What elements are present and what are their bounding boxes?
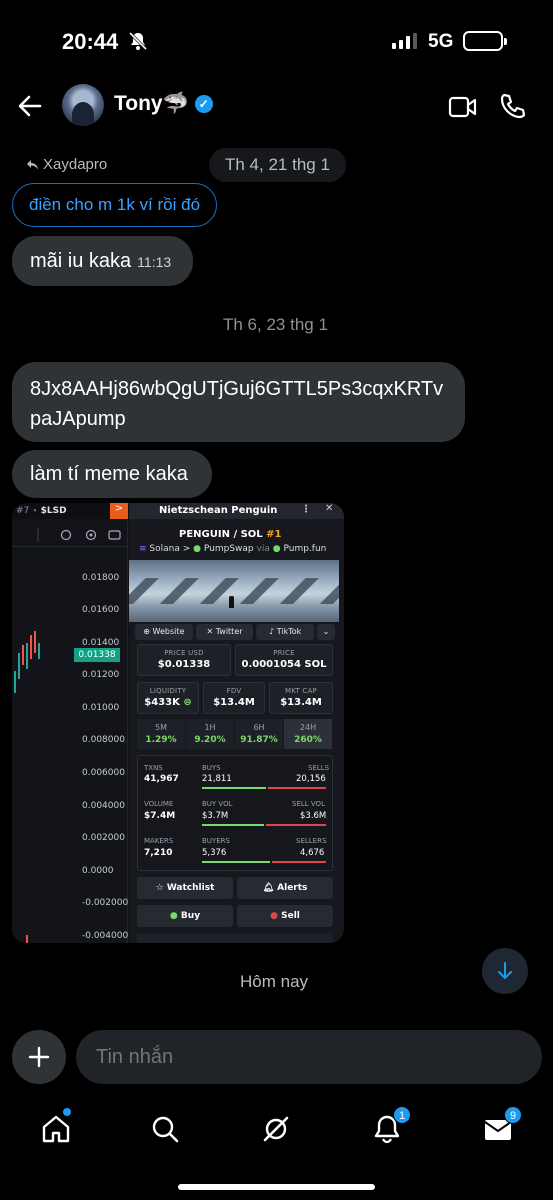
verified-badge-icon: ✓	[194, 95, 213, 113]
token-pair: PENGUIN / SOL #1	[179, 529, 282, 540]
close-icon: ✕	[325, 503, 334, 514]
tiktok-link: ♪ TikTok	[256, 624, 315, 640]
contact-name[interactable]: Tony🦈 ✓	[114, 92, 213, 116]
pumpswap-icon: ●	[193, 544, 202, 554]
y-tick: 0.006000	[82, 768, 125, 778]
candle	[22, 645, 24, 665]
messages-badge: 9	[504, 1106, 522, 1124]
search-icon	[152, 1116, 179, 1143]
notifications-badge: 1	[393, 1106, 411, 1124]
back-arrow-icon[interactable]	[16, 92, 44, 125]
pumpfun-icon: ●	[272, 544, 281, 554]
y-axis: 0.01800 0.01600 0.01400 0.01200 0.01000 …	[78, 503, 128, 943]
status-time: 20:44	[62, 29, 119, 54]
y-tick: 0.01200	[82, 670, 120, 680]
cellular-signal-icon	[392, 33, 417, 49]
more-icon: ⋮	[301, 504, 311, 515]
candle	[14, 671, 16, 693]
panel-footer	[137, 933, 333, 943]
voice-call-icon[interactable]	[498, 92, 526, 125]
reply-icon	[27, 159, 38, 169]
avatar[interactable]	[62, 84, 104, 126]
candle	[26, 935, 28, 943]
date-separator: Th 6, 23 thg 1	[223, 315, 328, 334]
buy-button: ● Buy	[137, 905, 233, 927]
candle	[38, 643, 40, 659]
home-icon	[42, 1115, 70, 1143]
mktcap-box: MKT CAP $13.4M	[269, 682, 333, 714]
candle	[18, 653, 20, 679]
silent-mode-icon	[128, 31, 148, 56]
tab-search[interactable]	[148, 1112, 182, 1146]
current-price-label: 0.01338	[74, 648, 120, 662]
y-tick: 0.01600	[82, 605, 120, 615]
fdv-box: FDV $13.4M	[203, 682, 265, 714]
trade-stats: TXNS 41,967 BUYS 21,811 SELLS 20,156 VOL…	[137, 755, 333, 871]
window-titlebar: Nietzschean Penguin ⋮ ✕	[129, 503, 344, 519]
plus-icon	[28, 1046, 50, 1068]
website-link: ⊕ Website	[135, 624, 193, 640]
conversation-header: Tony🦈 ✓	[0, 84, 553, 130]
alerts-button: 🔔︎ Alerts	[237, 877, 333, 899]
watchlist-button: ☆ Watchlist	[137, 877, 233, 899]
quoted-message[interactable]: điền cho m 1k ví rồi đó	[12, 183, 218, 227]
price-chart: #7 ⋆ $LSD > 0.01800 0.01600 0.01400 0.01…	[12, 503, 128, 943]
message-bubble[interactable]: 8Jx8AAHj86wbQgUTjGuj6GTTL5Ps3cqxKRTvpaJA…	[12, 362, 465, 442]
video-call-icon[interactable]	[448, 94, 478, 125]
y-tick: 0.008000	[82, 735, 125, 745]
network-type: 5G	[428, 31, 454, 52]
y-tick: 0.002000	[82, 833, 125, 843]
message-text: mãi iu kaka	[30, 250, 132, 272]
y-tick: 0.0000	[82, 866, 114, 876]
chevron-down-icon: ⌄	[317, 624, 336, 640]
price-usd-box: PRICE USD $0.01338	[137, 644, 231, 676]
tab-grok[interactable]	[259, 1112, 293, 1146]
battery-icon	[463, 31, 507, 51]
timeframe-5m: 5M 1.29%	[137, 719, 185, 749]
timeframe-6h: 6H 91.87%	[235, 719, 283, 749]
home-indicator	[178, 1184, 375, 1190]
reply-indicator: Xaydapro	[26, 156, 107, 173]
date-separator: Th 4, 21 thg 1	[209, 148, 346, 182]
grok-icon	[263, 1116, 289, 1142]
message-timestamp: 11:13	[137, 254, 172, 270]
y-tick: 0.01000	[82, 703, 120, 713]
sell-button: ● Sell	[237, 905, 333, 927]
y-tick: 0.01400	[82, 638, 120, 648]
token-banner-image	[129, 560, 339, 622]
token-info-panel: Nietzschean Penguin ⋮ ✕ PENGUIN / SOL #1…	[129, 503, 344, 943]
price-sol-box: PRICE 0.0001054 SOL	[235, 644, 333, 676]
token-chain: ≡ Solana > ● PumpSwap via ● Pump.fun	[139, 544, 327, 554]
liquidity-box: LIQUIDITY $433K ⊜	[137, 682, 199, 714]
image-attachment[interactable]: #7 ⋆ $LSD > 0.01800 0.01600 0.01400 0.01…	[12, 503, 344, 943]
message-input[interactable]: Tin nhắn	[76, 1030, 542, 1084]
y-tick: 0.004000	[82, 801, 125, 811]
contact-name-text: Tony🦈	[114, 92, 189, 115]
unread-dot	[63, 1108, 71, 1116]
add-attachment-button[interactable]	[12, 1030, 66, 1084]
tab-home[interactable]	[39, 1112, 73, 1146]
timeframe-24h: 24H 260%	[284, 719, 332, 749]
message-bubble[interactable]: mãi iu kaka 11:13	[12, 236, 193, 286]
candle	[30, 635, 32, 659]
reply-author: Xaydapro	[43, 156, 108, 173]
y-tick: -0.002000	[82, 898, 129, 908]
scroll-to-bottom-button[interactable]	[482, 948, 528, 994]
date-separator: Hôm nay	[240, 972, 309, 991]
status-bar: 20:44 5G	[0, 0, 553, 84]
y-tick: 0.01800	[82, 573, 120, 583]
social-links: ⊕ Website ✕ Twitter ♪ TikTok ⌄	[135, 624, 336, 640]
y-tick: -0.004000	[82, 931, 129, 941]
twitter-link: ✕ Twitter	[195, 624, 254, 640]
timeframe-1h: 1H 9.20%	[186, 719, 234, 749]
candle	[26, 643, 28, 669]
message-bubble[interactable]: làm tí meme kaka	[12, 450, 212, 498]
window-title: Nietzschean Penguin	[159, 505, 278, 516]
solana-icon: ≡	[139, 544, 147, 554]
arrow-down-icon	[498, 962, 512, 980]
candle	[34, 631, 36, 653]
lock-icon: ⊜	[183, 697, 192, 708]
